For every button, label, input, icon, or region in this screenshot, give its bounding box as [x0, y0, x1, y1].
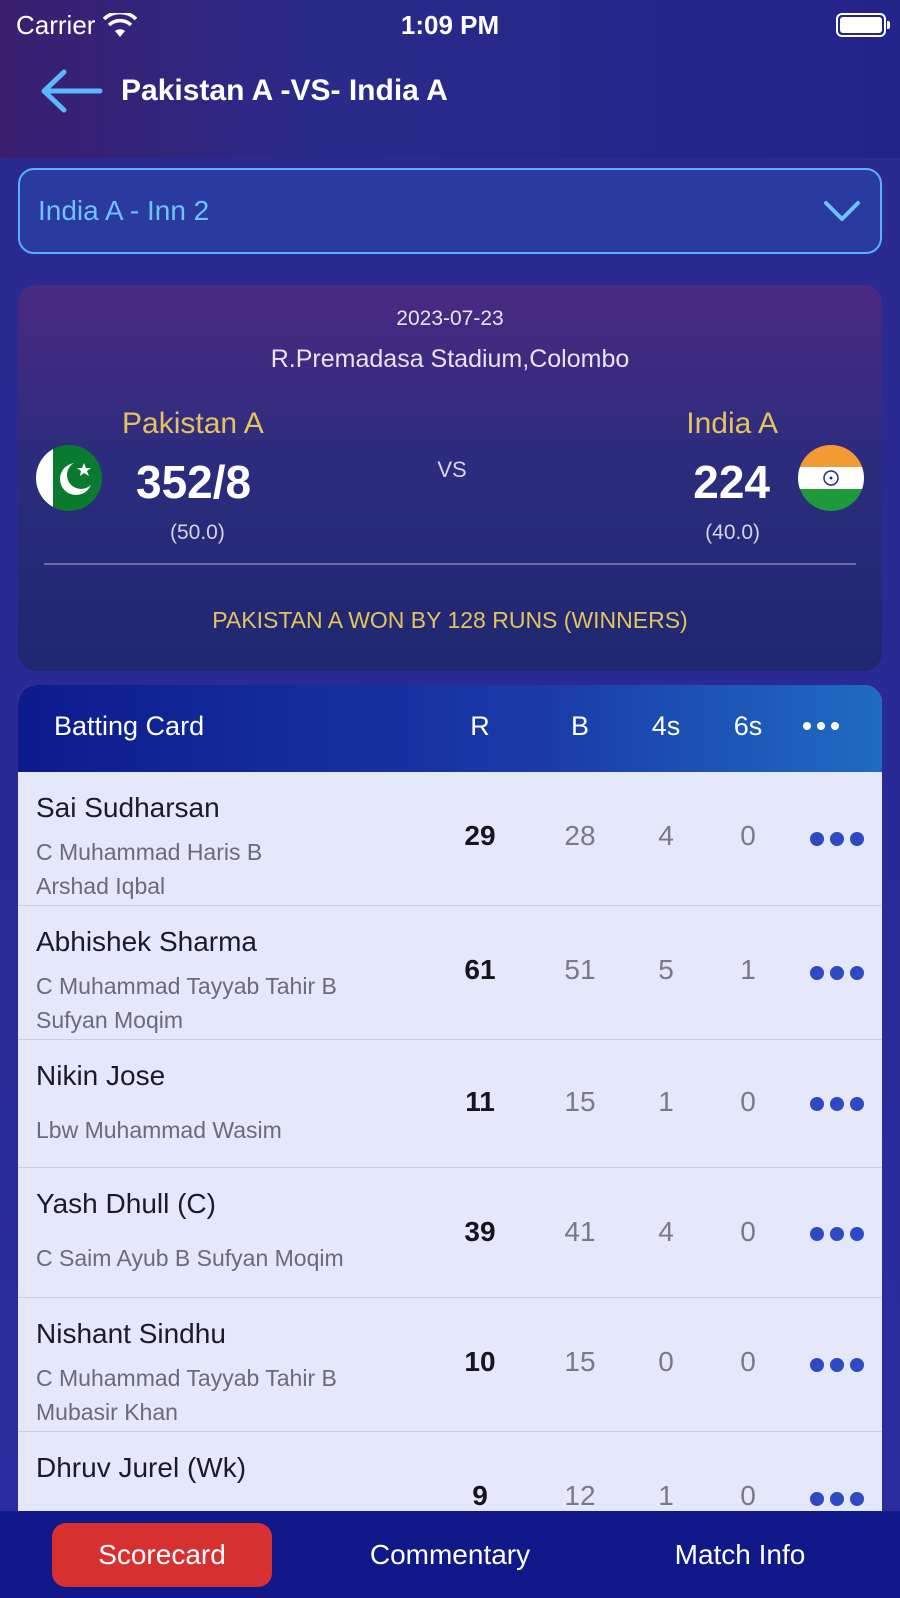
runs-value: 39 [464, 1216, 496, 1247]
player-name: Abhishek Sharma [36, 926, 258, 957]
runs-value: 11 [465, 1086, 495, 1117]
match-summary-card: 2023-07-23 R.Premadasa Stadium,Colombo P… [18, 285, 882, 671]
row-more-icon[interactable] [810, 1227, 864, 1241]
status-time: 1:09 PM [400, 10, 500, 40]
row-more-icon[interactable] [810, 1097, 864, 1111]
tab-match-info[interactable]: Match Info [630, 1523, 850, 1587]
dismissal-line-2: Arshad Iqbal [36, 873, 166, 899]
dismissal-line-2: Sufyan Moqim [36, 1007, 184, 1033]
fours-value: 1 [658, 1086, 674, 1117]
runs-value: 9 [472, 1480, 488, 1511]
table-row[interactable]: Sai Sudharsan C Muhammad Haris B Arshad … [18, 772, 882, 906]
table-row[interactable]: Abhishek Sharma C Muhammad Tayyab Tahir … [18, 906, 882, 1040]
balls-value: 51 [564, 954, 596, 985]
match-result: PAKISTAN A WON BY 128 RUNS (WINNERS) [212, 607, 688, 633]
row-more-icon[interactable] [810, 832, 864, 846]
batting-card-header: Batting Card R B 4s 6s [18, 685, 882, 772]
page-title: Pakistan A -VS- India A [121, 74, 448, 107]
team1-overs: (50.0) [170, 521, 225, 544]
fours-value: 5 [658, 954, 674, 985]
dismissal-line-1: C Saim Ayub B Sufyan Moqim [36, 1245, 344, 1271]
runs-value: 29 [464, 820, 496, 851]
sixes-value: 1 [740, 954, 756, 985]
balls-value: 15 [564, 1086, 596, 1117]
team2-name: India A [686, 407, 778, 440]
player-name: Nikin Jose [36, 1060, 166, 1091]
player-name: Nishant Sindhu [36, 1318, 226, 1349]
innings-dropdown[interactable]: India A - Inn 2 [18, 168, 882, 254]
battery-icon [836, 13, 890, 37]
sixes-value: 0 [740, 1216, 756, 1247]
player-name: Dhruv Jurel (Wk) [36, 1452, 247, 1483]
batting-card-table: Batting Card R B 4s 6s Sai Sudharsan C M… [18, 685, 882, 1515]
match-venue: R.Premadasa Stadium,Colombo [270, 345, 630, 373]
tab-commentary[interactable]: Commentary [340, 1523, 560, 1587]
column-header-runs: R [470, 711, 490, 741]
row-more-icon[interactable] [810, 1492, 864, 1506]
row-more-icon[interactable] [810, 1358, 864, 1372]
table-row[interactable]: Nishant Sindhu C Muhammad Tayyab Tahir B… [18, 1298, 882, 1432]
row-more-icon[interactable] [810, 966, 864, 980]
dismissal-line-1: C Muhammad Tayyab Tahir B [36, 1365, 337, 1391]
dismissal-line-1: C Muhammad Tayyab Tahir B [36, 973, 337, 999]
balls-value: 41 [564, 1216, 596, 1247]
vs-label: VS [437, 457, 467, 482]
status-bar: Carrier 1:09 PM [0, 0, 900, 50]
team2-overs: (40.0) [705, 521, 760, 544]
dismissal-line-1: C Muhammad Haris B [36, 839, 263, 865]
sixes-value: 0 [740, 1086, 756, 1117]
table-row[interactable]: Dhruv Jurel (Wk) 9 12 1 0 [18, 1432, 882, 1515]
match-date: 2023-07-23 [396, 307, 504, 330]
balls-value: 15 [564, 1346, 596, 1377]
sixes-value: 0 [740, 820, 756, 851]
dismissal-line-1: Lbw Muhammad Wasim [36, 1117, 282, 1143]
dismissal-line-2: Mubasir Khan [36, 1399, 178, 1425]
balls-value: 12 [564, 1480, 596, 1511]
fours-value: 4 [658, 1216, 674, 1247]
bottom-tab-bar: Scorecard Commentary Match Info [0, 1511, 900, 1598]
column-header-fours: 4s [651, 711, 681, 741]
table-row[interactable]: Nikin Jose Lbw Muhammad Wasim 11 15 1 0 [18, 1040, 882, 1168]
fours-value: 1 [658, 1480, 674, 1511]
column-header-balls: B [570, 711, 589, 741]
sixes-value: 0 [740, 1346, 756, 1377]
innings-dropdown-value: India A - Inn 2 [38, 195, 210, 226]
card-divider [44, 563, 856, 565]
back-arrow-icon[interactable] [36, 66, 106, 116]
column-header-sixes: 6s [733, 711, 763, 741]
player-name: Sai Sudharsan [36, 792, 220, 823]
more-options-icon[interactable] [786, 711, 856, 741]
chevron-down-icon [824, 201, 860, 221]
fours-value: 4 [658, 820, 674, 851]
table-row[interactable]: Yash Dhull (C) C Saim Ayub B Sufyan Moqi… [18, 1168, 882, 1298]
runs-value: 61 [464, 954, 496, 985]
balls-value: 28 [564, 820, 596, 851]
fours-value: 0 [658, 1346, 674, 1377]
sixes-value: 0 [740, 1480, 756, 1511]
tab-scorecard[interactable]: Scorecard [52, 1523, 272, 1587]
batting-card-title: Batting Card [54, 711, 205, 741]
player-name: Yash Dhull (C) [36, 1188, 216, 1219]
runs-value: 10 [464, 1346, 496, 1377]
team1-name: Pakistan A [122, 407, 264, 440]
